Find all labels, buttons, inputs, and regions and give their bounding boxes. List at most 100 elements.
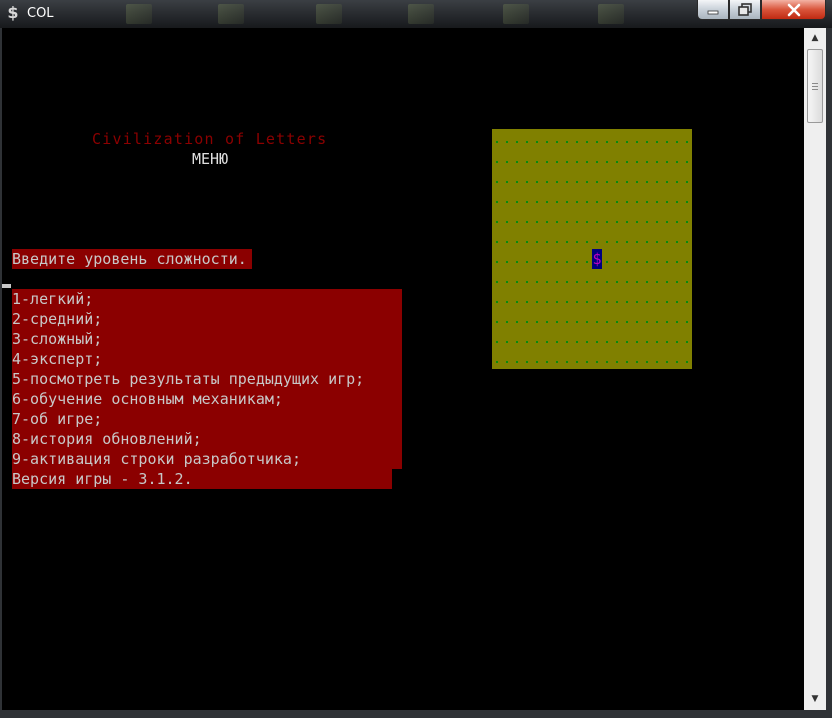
map-cell-dot — [566, 281, 568, 283]
map-cell-dot — [686, 281, 688, 283]
map-cell-dot — [546, 361, 548, 363]
minimize-button[interactable] — [697, 0, 729, 20]
map-cell-dot — [556, 341, 558, 343]
map-cell-dot — [646, 181, 648, 183]
map-cell-dot — [666, 341, 668, 343]
map-cell-dot — [536, 301, 538, 303]
map-cell-dot — [516, 241, 518, 243]
map-cell-dot — [506, 261, 508, 263]
map-cell-dot — [496, 161, 498, 163]
map-cell-dot — [516, 221, 518, 223]
map-cell-dot — [526, 361, 528, 363]
map-cell-dot — [526, 341, 528, 343]
map-cell-dot — [666, 181, 668, 183]
map-cell-dot — [656, 281, 658, 283]
map-cell-dot — [526, 321, 528, 323]
map-cell-dot — [646, 221, 648, 223]
map-cell-dot — [506, 181, 508, 183]
map-cell-dot — [616, 301, 618, 303]
taskbar-thumbnail — [316, 4, 342, 24]
map-cell-dot — [576, 341, 578, 343]
map-cell-dot — [556, 321, 558, 323]
map-cell-dot — [676, 361, 678, 363]
map-cell-dot — [536, 281, 538, 283]
map-cell-dot — [656, 201, 658, 203]
map-cell-dot — [666, 221, 668, 223]
scroll-down-arrow-icon[interactable]: ▼ — [804, 691, 826, 708]
map-cell-dot — [546, 261, 548, 263]
map-cell-dot — [606, 281, 608, 283]
map-cell-dot — [536, 261, 538, 263]
map-cell-dot — [576, 141, 578, 143]
map-cell-dot — [556, 161, 558, 163]
taskbar-thumbnail — [126, 4, 152, 24]
map-cell-dot — [556, 201, 558, 203]
map-cell-dot — [686, 161, 688, 163]
map-cell-dot — [586, 281, 588, 283]
map-cell-dot — [496, 201, 498, 203]
map-cell-dot — [556, 281, 558, 283]
map-cell-dot — [686, 241, 688, 243]
map-cell-dot — [676, 341, 678, 343]
map-cell-dot — [616, 221, 618, 223]
map-cell-dot — [636, 141, 638, 143]
map-cell-dot — [516, 261, 518, 263]
map-cell-dot — [636, 181, 638, 183]
map-cell-dot — [636, 361, 638, 363]
console-area[interactable]: Civilization of Letters МЕНЮ Введите уро… — [2, 28, 804, 710]
map-cell-dot — [566, 301, 568, 303]
map-cell-dot — [586, 341, 588, 343]
map-cell-dot — [576, 161, 578, 163]
map-cell-dot — [506, 341, 508, 343]
menu-option-results: 5-посмотреть результаты предыдущих игр; — [12, 370, 365, 388]
map-cell-dot — [626, 301, 628, 303]
map-cell-dot — [576, 201, 578, 203]
map-cell-dot — [596, 341, 598, 343]
map-cell-dot — [626, 201, 628, 203]
map-cell-dot — [596, 161, 598, 163]
map-cell-dot — [526, 301, 528, 303]
map-cell-dot — [606, 261, 608, 263]
map-cell-dot — [586, 261, 588, 263]
map-cell-dot — [576, 241, 578, 243]
scroll-up-arrow-icon[interactable]: ▲ — [804, 30, 826, 47]
maximize-button[interactable] — [729, 0, 761, 20]
map-cell-dot — [646, 361, 648, 363]
map-cell-dot — [586, 241, 588, 243]
map-cell-dot — [596, 221, 598, 223]
map-cell-dot — [506, 301, 508, 303]
map-cell-dot — [556, 301, 558, 303]
map-cell-dot — [636, 161, 638, 163]
map-cell-dot — [516, 281, 518, 283]
vertical-scrollbar[interactable]: ▲ ▼ — [804, 28, 826, 710]
map-cell-dot — [646, 281, 648, 283]
map-cell-dot — [666, 281, 668, 283]
map-cell-dot — [586, 201, 588, 203]
map-cell-dot — [536, 181, 538, 183]
map-cell-dot — [686, 181, 688, 183]
map-cell-dot — [546, 181, 548, 183]
menu-option-dev-console: 9-активация строки разработчика; — [12, 450, 301, 468]
title-bar[interactable]: $ COL — [0, 0, 832, 28]
map-cell-dot — [556, 221, 558, 223]
map-cell-dot — [566, 181, 568, 183]
map-cell-dot — [516, 161, 518, 163]
grip-line — [812, 83, 818, 84]
map-cell-dot — [536, 241, 538, 243]
map-cell-dot — [496, 241, 498, 243]
map-cell-dot — [506, 361, 508, 363]
map-cell-dot — [626, 261, 628, 263]
map-cell-dot — [546, 341, 548, 343]
map-cell-dot — [586, 321, 588, 323]
map-cell-dot — [596, 241, 598, 243]
game-version: Версия игры - 3.1.2. — [12, 470, 193, 488]
map-cell-dot — [616, 141, 618, 143]
close-button[interactable] — [761, 0, 826, 20]
map-cell-dot — [646, 201, 648, 203]
map-cell-dot — [656, 241, 658, 243]
map-cell-dot — [606, 321, 608, 323]
scroll-thumb[interactable] — [807, 49, 823, 123]
dollar-icon[interactable]: $ — [5, 4, 21, 22]
map-cell-dot — [546, 201, 548, 203]
map-cell-dot — [526, 261, 528, 263]
